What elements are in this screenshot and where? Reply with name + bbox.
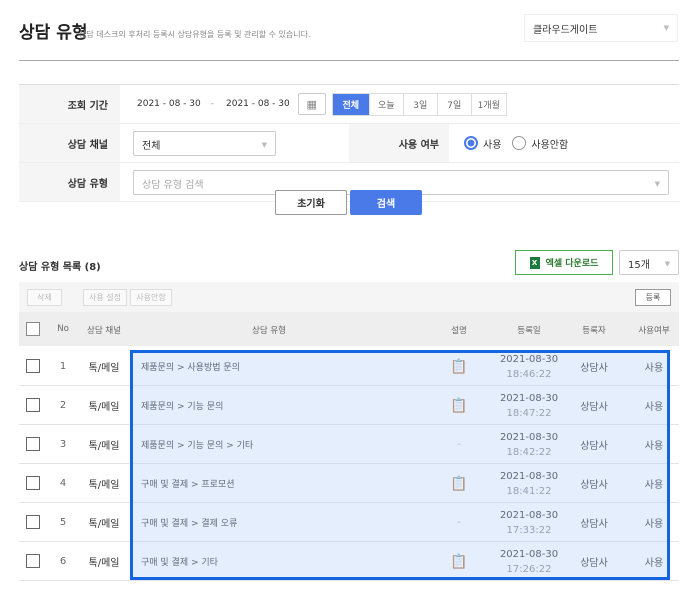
unuse-button[interactable]: 사용안함 [130,289,172,306]
channel-label: 상담 채널 [19,124,120,162]
row-channel: 톡/메일 [88,519,120,530]
radio-use[interactable] [464,136,478,150]
date-to[interactable]: 2021 - 08 - 30 [226,99,290,109]
row-checkbox[interactable] [26,476,40,490]
row-no: 1 [59,361,67,372]
row-no: 4 [59,478,67,489]
list-toolbar: 삭제 사용 설정 사용안함 등록 [19,282,679,312]
chevron-down-icon: ▼ [261,140,267,149]
excel-label: 엑셀 다운로드 [545,259,599,269]
range-7d[interactable]: 7일 [438,93,472,115]
range-3d[interactable]: 3일 [404,93,438,115]
row-channel: 톡/메일 [88,363,120,374]
row-channel: 톡/메일 [88,480,120,491]
row-checkbox[interactable] [26,437,40,451]
row-no: 2 [59,400,67,411]
reset-button[interactable]: 초기화 [275,190,347,215]
col-desc: 설명 [451,326,467,336]
range-today[interactable]: 오늘 [370,93,404,115]
register-button[interactable]: 등록 [635,289,671,306]
row-no: 3 [59,439,67,450]
chevron-down-icon: ▼ [664,260,670,268]
col-no: No [57,324,69,334]
radio-unuse-label: 사용안함 [531,139,569,151]
calendar-icon[interactable]: ▦ [297,93,326,115]
list-title: 상담 유형 목록 (8) [19,262,101,273]
usage-label: 사용 여부 [349,124,449,162]
select-all-checkbox[interactable] [26,322,40,336]
col-author: 등록자 [582,326,606,336]
range-1m[interactable]: 1개월 [472,94,506,115]
company-select[interactable]: 클라우드게이트 ▼ [524,14,678,42]
channel-value: 전체 [142,140,161,152]
period-label: 조회 기간 [19,85,120,123]
company-value: 클라우드게이트 [533,25,598,36]
excel-icon: X [529,256,540,269]
divider [19,60,679,61]
delete-button[interactable]: 삭제 [27,289,62,306]
use-set-button[interactable]: 사용 설정 [83,289,127,306]
row-no: 6 [59,556,67,567]
row-channel: 톡/메일 [88,558,120,569]
row-checkbox[interactable] [26,398,40,412]
range-buttons: 전체 오늘 3일 7일 1개월 [331,92,507,116]
date-from[interactable]: 2021 - 08 - 30 [137,99,201,109]
type-label: 상담 유형 [19,163,120,201]
selection-highlight [130,350,670,580]
page-title: 상담 유형 [19,23,88,43]
date-separator: - [210,99,214,109]
row-channel: 톡/메일 [88,402,120,413]
table-header: No 상담 채널 상담 유형 설명 등록일 등록자 사용여부 [19,312,679,346]
excel-download-button[interactable]: X 엑셀 다운로드 [515,250,613,275]
row-checkbox[interactable] [26,515,40,529]
row-checkbox[interactable] [26,554,40,568]
page-subtitle: 상담 데스크의 후처리 등록시 상담유형을 등록 및 관리할 수 있습니다. [79,30,311,39]
col-channel: 상담 채널 [87,326,121,336]
radio-use-label: 사용 [483,139,502,151]
col-type: 상담 유형 [252,326,286,336]
row-no: 5 [59,517,67,528]
filter-table: 조회 기간 2021 - 08 - 30 - 2021 - 08 - 30 ▦ … [19,84,679,202]
range-all[interactable]: 전체 [332,93,370,115]
search-button[interactable]: 검색 [350,190,422,215]
type-placeholder: 상담 유형 검색 [142,179,204,191]
col-date: 등록일 [517,326,541,336]
page-size-value: 15개 [628,260,650,271]
radio-unuse[interactable] [512,136,527,150]
row-channel: 톡/메일 [88,441,120,452]
col-use: 사용여부 [638,326,670,336]
channel-select[interactable]: 전체 ▼ [133,130,276,156]
page-size-select[interactable]: 15개 ▼ [619,250,679,275]
chevron-down-icon: ▼ [663,24,669,32]
chevron-down-icon: ▼ [654,179,660,188]
row-checkbox[interactable] [26,359,40,373]
